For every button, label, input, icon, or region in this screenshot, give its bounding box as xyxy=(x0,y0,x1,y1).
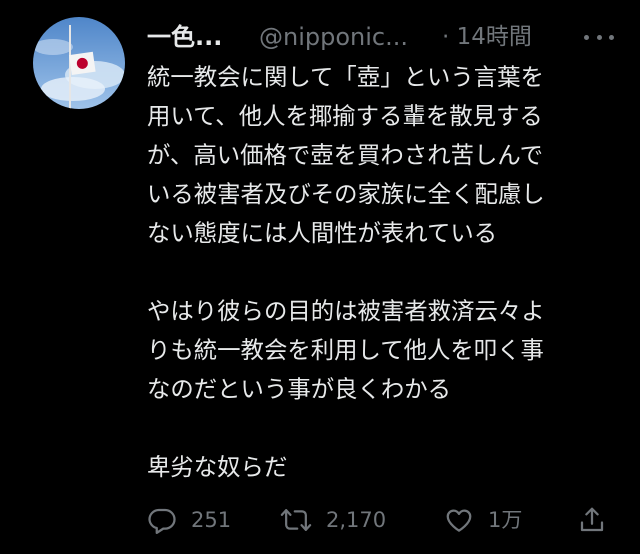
display-name[interactable]: 一色... xyxy=(147,19,222,55)
user-handle[interactable]: @nipponic... xyxy=(259,19,408,55)
heart-icon xyxy=(446,509,472,532)
reply-button[interactable]: 251 xyxy=(147,500,231,540)
timestamp[interactable]: · 14時間 xyxy=(442,19,532,55)
share-button[interactable] xyxy=(577,500,607,540)
tweet-text: 統一教会に関して「壺」という言葉を 用いて、他人を揶揄する輩を散見する が、高い… xyxy=(147,58,607,487)
tweet-text-line: なのだという事が良くわかる xyxy=(147,375,452,403)
tweet-text-line: 卑劣な奴らだ xyxy=(147,453,288,481)
tweet-text-line: ない態度には人間性が表れている xyxy=(147,219,498,247)
tweet-header: 一色... @nipponic... · 14時間 xyxy=(147,19,617,55)
tweet-text-line: 用いて、他人を揶揄する輩を散見する xyxy=(147,102,543,130)
like-count: 1万 xyxy=(488,508,523,532)
avatar[interactable] xyxy=(33,17,125,109)
tweet-actions: 251 2,170 1万 xyxy=(147,500,617,540)
retweet-button[interactable]: 2,170 xyxy=(280,500,386,540)
reply-count: 251 xyxy=(191,508,232,532)
reply-icon xyxy=(148,508,176,534)
more-horizontal-icon[interactable] xyxy=(584,23,614,51)
tweet-text-line: やはり彼らの目的は被害者救済云々よ xyxy=(147,297,545,325)
like-button[interactable]: 1万 xyxy=(444,500,522,540)
tweet-text-line: 統一教会に関して「壺」という言葉を xyxy=(147,63,544,91)
tweet-text-line: が、高い価格で壺を買わされ苦しんで xyxy=(147,141,544,169)
avatar-flag-image xyxy=(33,17,125,109)
tweet-text-line: りも統一教会を利用して他人を叩く事 xyxy=(147,336,544,364)
retweet-count: 2,170 xyxy=(326,508,387,532)
share-icon xyxy=(580,507,604,532)
retweet-icon xyxy=(280,509,312,531)
tweet[interactable]: 一色... @nipponic... · 14時間 統一教会に関して「壺」という… xyxy=(0,0,640,554)
tweet-text-line: いる被害者及びその家族に全く配慮し xyxy=(147,180,545,208)
